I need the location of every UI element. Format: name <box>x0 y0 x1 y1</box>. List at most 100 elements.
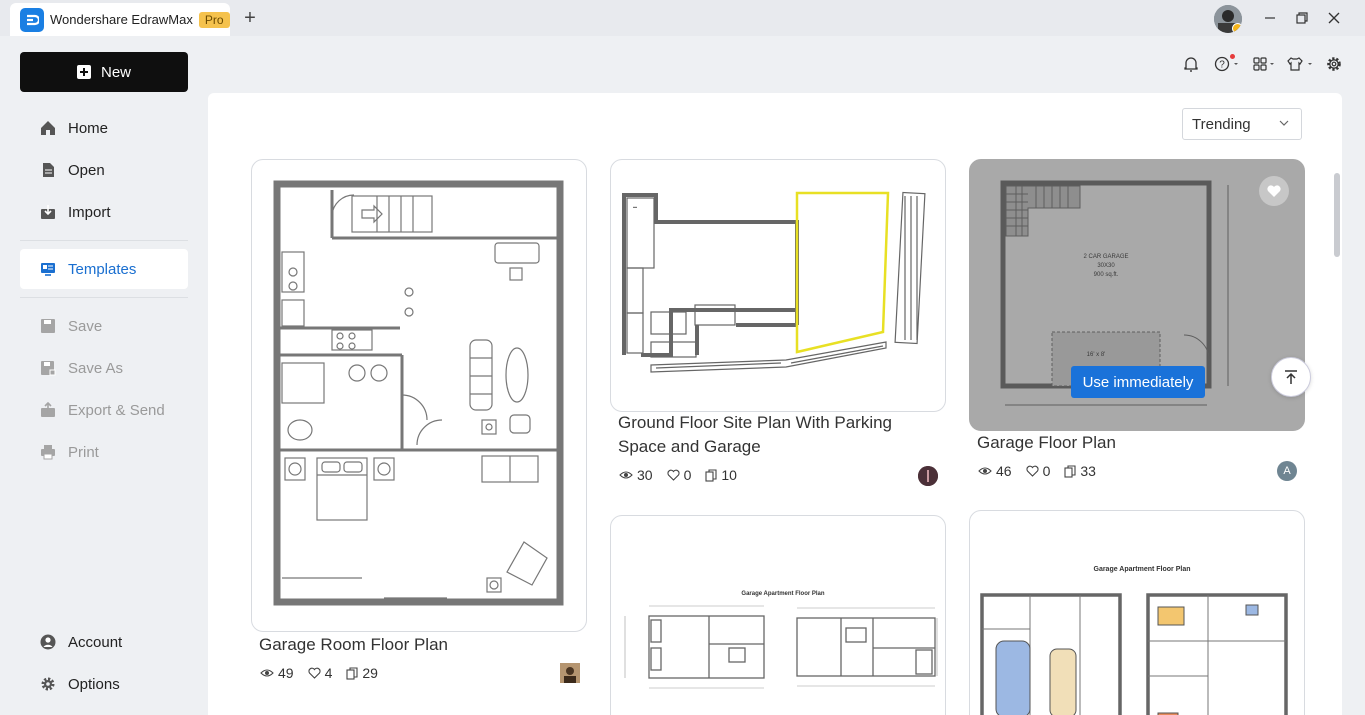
sidebar-item-print[interactable]: Print <box>20 432 188 472</box>
sidebar-item-open[interactable]: Open <box>20 150 188 190</box>
card-stats: 49 4 29 <box>260 665 386 681</box>
copy-icon <box>705 468 717 482</box>
likes-stat: 0 <box>1026 463 1050 479</box>
sidebar-item-label: Options <box>68 675 120 693</box>
template-card[interactable]: ▬ <box>610 159 946 412</box>
garage-label: 2 CAR GARAGE <box>1083 254 1128 260</box>
sidebar-item-export[interactable]: Export & Send <box>20 390 188 430</box>
new-tab-icon[interactable]: + <box>240 8 260 28</box>
svg-text:▬: ▬ <box>633 204 637 209</box>
import-icon <box>40 204 56 220</box>
sidebar-item-label: Open <box>68 161 105 179</box>
sort-value: Trending <box>1192 115 1251 133</box>
sidebar-item-label: Export & Send <box>68 401 165 419</box>
arrow-up-icon <box>1285 370 1297 384</box>
template-card[interactable]: 2 CAR GARAGE 30X30 900 sq.ft. 16' x 8' U… <box>969 159 1305 431</box>
sidebar-item-templates[interactable]: Templates <box>20 249 188 289</box>
restore-icon[interactable] <box>1292 8 1312 28</box>
heart-icon <box>1267 185 1281 197</box>
new-button[interactable]: New <box>20 52 188 92</box>
document-icon <box>40 162 56 178</box>
heart-icon <box>308 667 321 679</box>
sidebar-item-label: Print <box>68 443 99 461</box>
heart-icon <box>667 469 680 481</box>
apps-grid-icon[interactable] <box>1252 55 1278 73</box>
sidebar-divider <box>20 240 188 241</box>
templates-icon <box>40 261 56 277</box>
settings-icon[interactable] <box>1326 55 1342 73</box>
card-title[interactable]: Garage Room Floor Plan <box>259 633 448 657</box>
card-stats: 46 0 33 <box>978 463 1104 479</box>
sort-dropdown[interactable]: Trending <box>1182 108 1302 140</box>
app-tab[interactable]: Wondershare EdrawMax Pro <box>10 3 230 36</box>
thumb-title: Garage Apartment Floor Plan <box>1094 566 1191 573</box>
bell-icon[interactable] <box>1183 55 1199 73</box>
vip-badge-icon <box>1232 23 1242 33</box>
template-card[interactable] <box>251 159 587 632</box>
sidebar-item-label: Templates <box>68 260 137 278</box>
sidebar-item-save-as[interactable]: Save As <box>20 348 188 388</box>
templates-panel: Trending Garage Room Floor Plan 49 4 29 … <box>208 93 1342 715</box>
site-plan-thumbnail: ▬ <box>622 191 926 373</box>
card-title[interactable]: Ground Floor Site Plan With Parking Spac… <box>618 411 938 459</box>
notification-dot <box>1230 54 1235 59</box>
copies-stat: 29 <box>346 665 378 681</box>
close-icon[interactable] <box>1324 8 1344 28</box>
author-avatar[interactable]: A <box>1277 461 1297 481</box>
heart-icon <box>1026 465 1039 477</box>
user-avatar[interactable] <box>1214 5 1242 33</box>
template-card[interactable]: Garage Apartment Floor Plan <box>610 515 946 715</box>
sidebar-item-import[interactable]: Import <box>20 192 188 232</box>
sidebar-item-label: Import <box>68 203 111 221</box>
new-button-label: New <box>100 63 131 81</box>
export-icon <box>40 402 56 418</box>
gear-icon <box>40 676 56 692</box>
likes-stat: 0 <box>667 467 691 483</box>
sidebar-item-options[interactable]: Options <box>20 664 188 704</box>
sidebar-item-save[interactable]: Save <box>20 306 188 346</box>
views-stat: 30 <box>619 467 653 483</box>
apartment-plan-thumbnail: Garage Apartment Floor Plan <box>980 566 1288 715</box>
favorite-button[interactable] <box>1259 176 1289 206</box>
garage-door-size: 16' x 8' <box>1087 352 1106 358</box>
save-icon <box>40 318 56 334</box>
copies-stat: 33 <box>1064 463 1096 479</box>
views-stat: 46 <box>978 463 1012 479</box>
save-as-icon <box>40 360 56 376</box>
print-icon <box>40 444 56 460</box>
svg-text:?: ? <box>1219 60 1225 71</box>
eye-icon <box>978 467 992 475</box>
copies-stat: 10 <box>705 467 737 483</box>
card-title[interactable]: Garage Floor Plan <box>977 431 1116 455</box>
edrawmax-logo-icon <box>20 7 44 32</box>
chevron-down-icon <box>1279 118 1289 130</box>
sidebar-item-home[interactable]: Home <box>20 108 188 148</box>
use-immediately-button[interactable]: Use immediately <box>1071 366 1205 398</box>
plus-square-icon <box>76 65 91 79</box>
garage-area: 900 sq.ft. <box>1094 272 1119 278</box>
home-icon <box>40 120 56 136</box>
views-stat: 49 <box>260 665 294 681</box>
copy-icon <box>346 666 358 680</box>
account-icon <box>40 634 56 650</box>
likes-stat: 4 <box>308 665 332 681</box>
sidebar-item-label: Home <box>68 119 109 137</box>
scrollbar[interactable] <box>1334 173 1340 257</box>
minimize-icon[interactable] <box>1260 8 1280 28</box>
sidebar-item-label: Save <box>68 317 103 335</box>
pro-badge: Pro <box>198 11 230 28</box>
apartment-plan-thumbnail: Garage Apartment Floor Plan <box>624 591 938 689</box>
back-to-top-button[interactable] <box>1271 357 1311 397</box>
thumb-title: Garage Apartment Floor Plan <box>741 591 824 597</box>
template-card[interactable]: Garage Apartment Floor Plan <box>969 510 1305 715</box>
sidebar-item-label: Save As <box>68 359 124 377</box>
author-avatar[interactable] <box>918 466 938 486</box>
floor-plan-thumbnail <box>273 180 564 606</box>
title-bar: Wondershare EdrawMax Pro + <box>0 0 1365 36</box>
sidebar-item-account[interactable]: Account <box>20 622 188 662</box>
author-avatar[interactable] <box>560 663 580 683</box>
help-icon[interactable]: ? <box>1214 54 1240 73</box>
shirt-icon[interactable] <box>1286 55 1316 73</box>
copy-icon <box>1064 464 1076 478</box>
sidebar-divider <box>20 297 188 298</box>
